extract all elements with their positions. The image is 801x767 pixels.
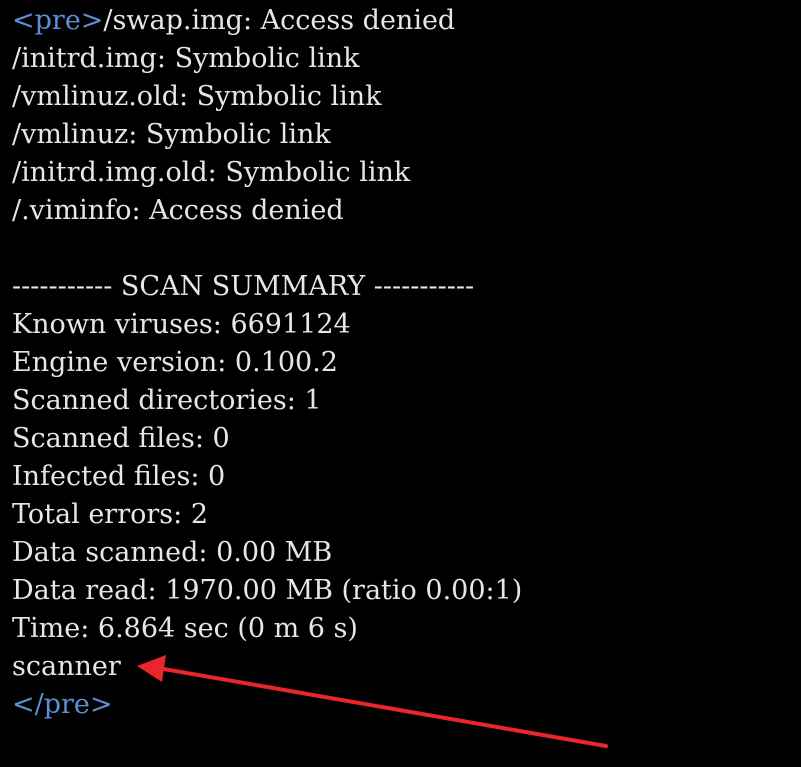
- scanner-text: scanner: [12, 651, 121, 682]
- data-scanned: Data scanned: 0.00 MB: [12, 537, 333, 568]
- scanned-files: Scanned files: 0: [12, 423, 230, 454]
- total-errors: Total errors: 2: [12, 499, 209, 530]
- pre-open-tag: <pre>: [12, 5, 104, 36]
- swap-img-status: /swap.img: Access denied: [103, 5, 456, 36]
- output-line-viminfo: /.viminfo: Access denied: [12, 195, 344, 226]
- output-line-initrd-old: /initrd.img.old: Symbolic link: [12, 157, 411, 188]
- output-line-vmlinuz: /vmlinuz: Symbolic link: [12, 119, 331, 150]
- infected-files: Infected files: 0: [12, 461, 226, 492]
- output-line-initrd: /initrd.img: Symbolic link: [12, 43, 360, 74]
- scan-summary-header: ----------- SCAN SUMMARY -----------: [12, 271, 475, 302]
- scanned-directories: Scanned directories: 1: [12, 385, 322, 416]
- engine-version: Engine version: 0.100.2: [12, 347, 338, 378]
- terminal-output: <pre>/swap.img: Access denied /initrd.im…: [0, 0, 801, 767]
- output-line-swap: <pre>/swap.img: Access denied: [12, 2, 455, 40]
- known-viruses: Known viruses: 6691124: [12, 309, 351, 340]
- output-line-vmlinuz-old: /vmlinuz.old: Symbolic link: [12, 81, 382, 112]
- scan-time: Time: 6.864 sec (0 m 6 s): [12, 613, 358, 644]
- pre-close-tag: </pre>: [12, 689, 113, 720]
- data-read: Data read: 1970.00 MB (ratio 0.00:1): [12, 575, 523, 606]
